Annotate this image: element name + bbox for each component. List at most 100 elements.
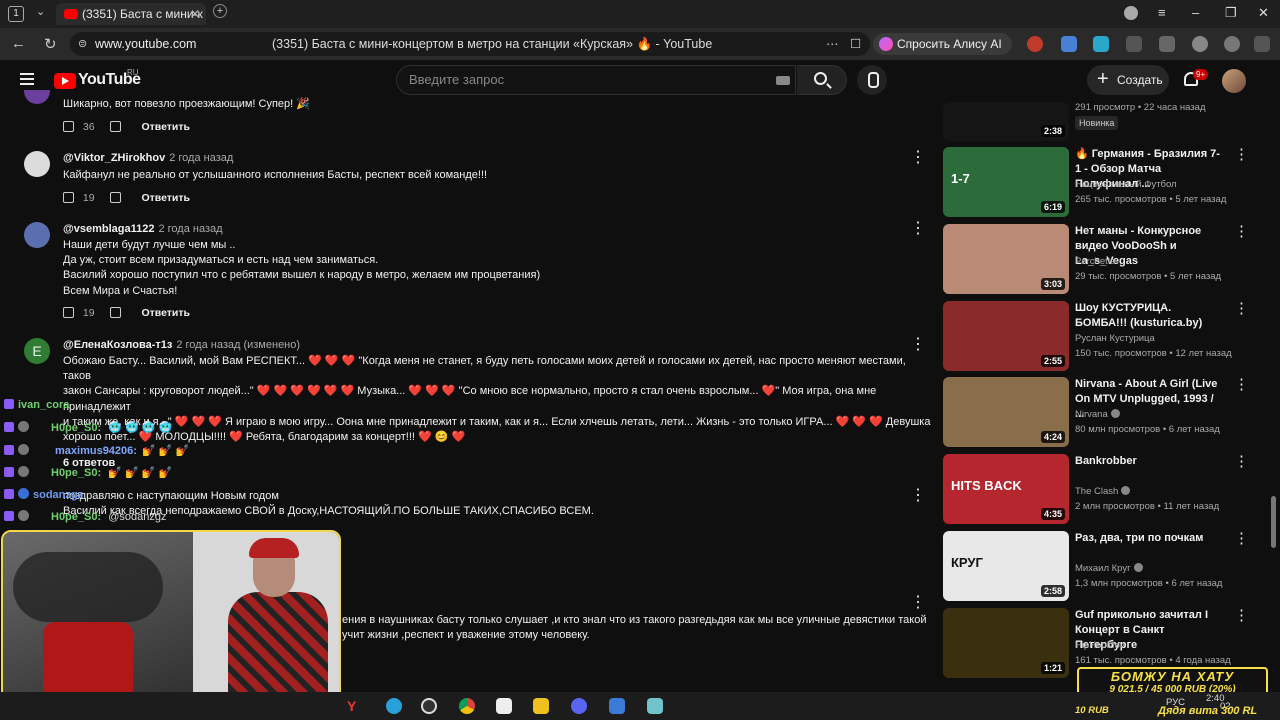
search-button[interactable] xyxy=(797,65,847,95)
comment-menu-icon[interactable] xyxy=(910,592,926,612)
video-thumbnail[interactable]: 4:24 xyxy=(943,377,1069,447)
create-button[interactable]: Создать xyxy=(1087,64,1169,95)
comment-author[interactable]: @Viktor_ZHirokhov xyxy=(63,152,165,164)
video-thumbnail[interactable]: 2:55 xyxy=(943,301,1069,371)
dislike-icon[interactable] xyxy=(109,121,121,132)
video-channel[interactable]: HipHopMov xyxy=(1075,640,1125,651)
search-input[interactable]: Введите запрос xyxy=(396,65,796,95)
profile-icon[interactable] xyxy=(1124,6,1138,20)
video-menu-icon[interactable] xyxy=(1234,299,1249,317)
dislike-icon[interactable] xyxy=(109,307,121,318)
telegram-icon[interactable] xyxy=(386,698,402,714)
back-arrow-icon[interactable]: ← xyxy=(11,35,26,52)
scrollbar[interactable] xyxy=(1271,496,1276,548)
video-channel[interactable]: Руслан Кустурица xyxy=(1075,333,1155,344)
close-window-icon[interactable]: ✕ xyxy=(1258,5,1269,21)
new-tab-icon[interactable]: + xyxy=(213,4,227,18)
comment-menu-icon[interactable] xyxy=(910,334,926,354)
tab-youtube[interactable]: (3351) Баста с мини-к ✕ xyxy=(56,3,206,25)
chrome-icon[interactable] xyxy=(459,698,475,714)
restore-icon[interactable]: ❐ xyxy=(1225,5,1237,21)
like-icon[interactable] xyxy=(63,121,74,132)
comment-author[interactable]: @vsemblaga1122 xyxy=(63,223,154,235)
like-icon[interactable] xyxy=(63,192,74,203)
comment-avatar[interactable] xyxy=(24,151,50,177)
chat-author: ivan_cora xyxy=(18,399,70,411)
chat-author: H0pe_S0: xyxy=(51,422,102,434)
url-field[interactable]: ⊜ www.youtube.com (3351) Баста с мини-ко… xyxy=(70,32,870,56)
extension-icon[interactable] xyxy=(1027,36,1043,52)
reply-button[interactable]: Ответить xyxy=(141,307,190,319)
site-info-icon[interactable]: ⊜ xyxy=(78,32,87,56)
youtube-header: YouTube RU Введите запрос Создать 9+ xyxy=(0,60,1280,102)
video-channel[interactable]: Михаил Круг xyxy=(1075,563,1143,574)
comment-text: Наши дети будут лучше чем мы .. Да уж, с… xyxy=(63,239,541,297)
video-channel[interactable]: Национальный Футбол xyxy=(1075,179,1177,190)
more-icon[interactable]: ⋯ xyxy=(826,32,839,56)
voice-search-icon[interactable] xyxy=(857,65,887,95)
adblock-icon[interactable] xyxy=(1192,36,1208,52)
comment-text: Кайфанул не реально от услышанного испол… xyxy=(63,169,488,181)
comment-time[interactable]: 2 года назад (изменено) xyxy=(176,339,300,351)
app-icon[interactable] xyxy=(496,698,512,714)
video-thumbnail[interactable]: 1-7 6:19 xyxy=(943,147,1069,217)
tab-counter[interactable]: 1 xyxy=(8,6,24,22)
app-icon[interactable] xyxy=(533,698,549,714)
youtube-logo-icon[interactable] xyxy=(54,73,76,89)
video-channel[interactable]: The Clash xyxy=(1075,486,1131,497)
video-thumbnail[interactable]: 2:38 xyxy=(943,102,1069,141)
app-icon[interactable] xyxy=(609,698,625,714)
video-thumbnail[interactable]: КРУГ 2:58 xyxy=(943,531,1069,601)
video-thumbnail[interactable]: 1:21 xyxy=(943,608,1069,678)
obs-icon[interactable] xyxy=(421,698,437,714)
download-icon[interactable] xyxy=(1254,36,1270,52)
taskbar: Y 10 RUB РУС 2:40 02 Дядя вита 300 RL xyxy=(0,692,1280,720)
comment-avatar[interactable]: E xyxy=(24,338,50,364)
video-menu-icon[interactable] xyxy=(1234,145,1249,163)
video-channel[interactable]: Perchetta xyxy=(1075,256,1116,267)
extension-icon[interactable] xyxy=(1093,36,1109,52)
comment-time[interactable]: 2 года назад xyxy=(169,152,233,164)
reply-button[interactable]: Ответить xyxy=(141,192,190,204)
comment-author[interactable]: @ЕленаКозлова-т1з xyxy=(63,339,172,351)
search-icon xyxy=(814,72,827,85)
tabs-dropdown-icon[interactable]: ⌄ xyxy=(36,5,45,18)
discord-icon[interactable] xyxy=(571,698,587,714)
dislike-icon[interactable] xyxy=(109,192,121,203)
extension-icon[interactable] xyxy=(1224,36,1240,52)
translate-icon[interactable] xyxy=(1061,36,1077,52)
menu-icon[interactable]: ≡ xyxy=(1158,5,1166,20)
video-menu-icon[interactable] xyxy=(1234,222,1249,240)
minimize-icon[interactable]: – xyxy=(1192,5,1199,20)
comment-avatar[interactable] xyxy=(24,222,50,248)
video-menu-icon[interactable] xyxy=(1234,606,1249,624)
reply-button[interactable]: Ответить xyxy=(141,121,190,133)
extension-icon[interactable] xyxy=(1126,36,1142,52)
video-thumbnail[interactable]: 3:03 xyxy=(943,224,1069,294)
video-title[interactable]: Раз, два, три по почкам xyxy=(1075,531,1225,546)
video-title[interactable]: Шоу КУСТУРИЦА. БОМБА!!! (kusturica.by) xyxy=(1075,301,1225,331)
extension-icon[interactable] xyxy=(1159,36,1175,52)
app-icon[interactable] xyxy=(647,698,663,714)
ask-alisa-button[interactable]: Спросить Алису AI xyxy=(873,33,1012,55)
address-bar: ← ↻ ⊜ www.youtube.com (3351) Баста с мин… xyxy=(0,28,1280,60)
video-menu-icon[interactable] xyxy=(1234,529,1249,547)
video-menu-icon[interactable] xyxy=(1234,452,1249,470)
comment-time[interactable]: 2 года назад xyxy=(158,223,222,235)
hamburger-menu-icon[interactable] xyxy=(20,73,34,85)
comment-menu-icon[interactable] xyxy=(910,485,926,505)
video-menu-icon[interactable] xyxy=(1234,375,1249,393)
close-tab-icon[interactable]: ✕ xyxy=(190,3,200,25)
video-channel[interactable]: Nirvana xyxy=(1075,409,1120,420)
video-thumbnail[interactable]: HITS BACK 4:35 xyxy=(943,454,1069,524)
account-avatar[interactable] xyxy=(1222,69,1246,93)
video-title[interactable]: Bankrobber xyxy=(1075,454,1225,469)
keyboard-icon[interactable] xyxy=(776,76,790,85)
reload-icon[interactable]: ↻ xyxy=(44,35,57,53)
comment-menu-icon[interactable] xyxy=(910,147,926,167)
channel-name: Национальный Футбол xyxy=(1075,179,1177,190)
comment-menu-icon[interactable] xyxy=(910,218,926,238)
like-icon[interactable] xyxy=(63,307,74,318)
bookmark-icon[interactable]: ☐ xyxy=(850,32,861,56)
yandex-icon[interactable]: Y xyxy=(347,698,363,714)
